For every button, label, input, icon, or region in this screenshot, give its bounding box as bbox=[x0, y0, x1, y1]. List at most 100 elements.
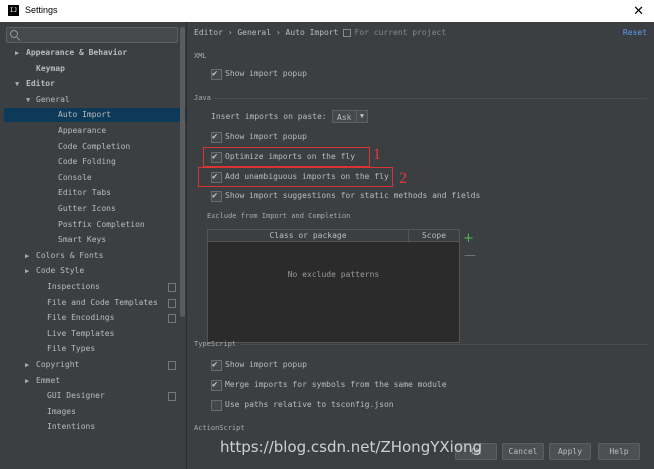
cancel-button[interactable]: Cancel bbox=[502, 443, 544, 460]
sidebar-item-label: Keymap bbox=[36, 63, 65, 73]
show-suggestions-label: Show import suggestions for static metho… bbox=[225, 191, 481, 200]
sidebar-item-label: Postfix Completion bbox=[58, 219, 145, 229]
exclude-table[interactable]: Class or package Scope No exclude patter… bbox=[207, 229, 460, 343]
sidebar-item-label: File Encodings bbox=[47, 313, 115, 323]
sidebar-item-live-templates[interactable]: Live Templates bbox=[0, 327, 186, 341]
ts-show-popup-label: Show import popup bbox=[225, 360, 307, 369]
reset-link[interactable]: Reset bbox=[623, 28, 647, 37]
project-scope-icon bbox=[342, 28, 351, 37]
typescript-section-header: TypeScript bbox=[194, 340, 237, 348]
typescript-separator bbox=[241, 344, 647, 345]
chevron-right-icon[interactable]: ▶ bbox=[25, 358, 29, 372]
sidebar-item-appearance[interactable]: Appearance bbox=[0, 124, 186, 138]
ts-relative-checkbox[interactable] bbox=[211, 400, 222, 411]
sidebar-item-gutter-icons[interactable]: Gutter Icons bbox=[0, 202, 186, 216]
chevron-right-icon[interactable]: ▶ bbox=[25, 264, 29, 278]
window-titlebar: IJ Settings ✕ bbox=[0, 0, 654, 22]
search-input[interactable] bbox=[6, 27, 178, 43]
sidebar-item-label: Editor bbox=[26, 79, 55, 89]
sidebar-item-editor-tabs[interactable]: Editor Tabs bbox=[0, 186, 186, 200]
chevron-right-icon[interactable]: ▶ bbox=[25, 374, 29, 388]
add-pattern-icon[interactable]: + bbox=[463, 231, 474, 246]
sidebar-item-auto-import[interactable]: Auto Import bbox=[4, 108, 186, 123]
sidebar-item-label: File Types bbox=[47, 344, 96, 354]
sidebar-item-label: Gutter Icons bbox=[58, 204, 116, 213]
sidebar-item-label: Copyright bbox=[36, 360, 80, 369]
sidebar-item-colors-fonts[interactable]: ▶ Colors & Fonts bbox=[0, 249, 186, 263]
sidebar-item-code-completion[interactable]: Code Completion bbox=[0, 140, 186, 154]
java-separator bbox=[213, 98, 647, 99]
sidebar-item-code-style[interactable]: ▶ Code Style bbox=[0, 264, 186, 278]
sidebar-item-label: Appearance & Behavior bbox=[26, 48, 128, 57]
sidebar-item-file-and-code-templates[interactable]: File and Code Templates bbox=[0, 296, 186, 310]
sidebar-item-label: Editor Tabs bbox=[58, 188, 111, 198]
sidebar-item-smart-keys[interactable]: Smart Keys bbox=[0, 233, 186, 247]
settings-main-panel: Editor › General › Auto Import For curren… bbox=[187, 22, 654, 469]
sidebar-item-appearance-behavior[interactable]: ▶ Appearance & Behavior bbox=[0, 46, 186, 60]
column-scope[interactable]: Scope bbox=[409, 230, 459, 241]
help-button[interactable]: Help bbox=[598, 443, 640, 460]
exclude-section-header: Exclude from Import and Completion bbox=[207, 212, 351, 220]
sidebar-item-images[interactable]: Images bbox=[0, 405, 186, 419]
sidebar-item-label: Appearance bbox=[58, 126, 107, 135]
sidebar-item-label: General bbox=[36, 94, 70, 104]
java-show-popup-checkbox[interactable] bbox=[211, 130, 222, 144]
annotation-mark-2: 2 bbox=[399, 170, 407, 187]
chevron-down-icon[interactable]: ▼ bbox=[26, 93, 30, 107]
sidebar-item-label: Intentions bbox=[47, 422, 96, 432]
project-scope-icon bbox=[168, 314, 176, 324]
chevron-right-icon[interactable]: ▶ bbox=[15, 46, 19, 60]
sidebar-item-copyright[interactable]: ▶ Copyright bbox=[0, 358, 186, 372]
apply-button[interactable]: Apply bbox=[549, 443, 591, 460]
sidebar-item-editor[interactable]: ▼ Editor bbox=[0, 77, 186, 91]
sidebar-item-label: Live Templates bbox=[47, 328, 115, 338]
sidebar-item-gui-designer[interactable]: GUI Designer bbox=[0, 389, 186, 403]
sidebar-item-label: Inspections bbox=[47, 282, 100, 291]
breadcrumb: Editor › General › Auto Import For curren… bbox=[194, 28, 446, 37]
sidebar-item-console[interactable]: Console bbox=[0, 171, 186, 185]
sidebar-item-label: Auto Import bbox=[58, 110, 111, 120]
sidebar-item-label: Images bbox=[47, 406, 76, 416]
search-icon bbox=[10, 30, 18, 38]
sidebar-item-file-types[interactable]: File Types bbox=[0, 342, 186, 356]
breadcrumb-path: Editor › General › Auto Import bbox=[194, 28, 339, 37]
chevron-right-icon[interactable]: ▶ bbox=[25, 249, 29, 263]
java-show-popup-label: Show import popup bbox=[225, 132, 307, 141]
ts-merge-checkbox[interactable] bbox=[211, 378, 222, 392]
sidebar-item-label: Code Completion bbox=[58, 141, 131, 151]
sidebar-item-label: Smart Keys bbox=[58, 235, 107, 245]
project-scope-icon bbox=[168, 283, 176, 292]
project-scope-icon bbox=[168, 361, 176, 370]
close-icon[interactable]: ✕ bbox=[633, 3, 644, 19]
sidebar-item-general[interactable]: ▼ General bbox=[0, 93, 186, 107]
breadcrumb-scope: For current project bbox=[354, 28, 447, 37]
show-suggestions-checkbox[interactable] bbox=[211, 189, 222, 203]
sidebar-item-label: GUI Designer bbox=[47, 391, 105, 401]
sidebar-item-label: Code Style bbox=[36, 266, 85, 276]
sidebar-item-postfix-completion[interactable]: Postfix Completion bbox=[0, 218, 186, 232]
xml-show-popup-checkbox[interactable] bbox=[211, 67, 222, 81]
actionscript-section-header: ActionScript bbox=[194, 424, 245, 432]
sidebar-item-code-folding[interactable]: Code Folding bbox=[0, 155, 186, 169]
sidebar-item-intentions[interactable]: Intentions bbox=[0, 420, 186, 434]
xml-show-popup-label: Show import popup bbox=[225, 69, 307, 78]
java-section-header: Java bbox=[194, 94, 211, 102]
sidebar-item-label: Code Folding bbox=[58, 157, 116, 167]
sidebar-scrollbar[interactable] bbox=[180, 27, 185, 317]
sidebar-item-keymap[interactable]: Keymap bbox=[0, 62, 186, 76]
ts-relative-label: Use paths relative to tsconfig.json bbox=[225, 400, 394, 409]
sidebar-item-label: Console bbox=[58, 172, 92, 182]
ts-merge-label: Merge imports for symbols from the same … bbox=[225, 380, 447, 389]
remove-pattern-icon[interactable]: — bbox=[464, 248, 476, 262]
watermark-text: https://blog.csdn.net/ZHongYXiong bbox=[220, 438, 483, 456]
chevron-down-icon[interactable]: ▼ bbox=[15, 77, 19, 91]
ts-show-popup-checkbox[interactable] bbox=[211, 358, 222, 372]
intellij-app-icon: IJ bbox=[8, 5, 19, 16]
sidebar-item-emmet[interactable]: ▶ Emmet bbox=[0, 374, 186, 388]
xml-section-header: XML bbox=[194, 52, 207, 60]
sidebar-item-file-encodings[interactable]: File Encodings bbox=[0, 311, 186, 325]
sidebar-item-inspections[interactable]: Inspections bbox=[0, 280, 186, 294]
column-class-or-package[interactable]: Class or package bbox=[208, 230, 409, 241]
sidebar-item-label: File and Code Templates bbox=[47, 297, 158, 307]
insert-imports-select[interactable]: Ask ▼ bbox=[332, 110, 368, 123]
